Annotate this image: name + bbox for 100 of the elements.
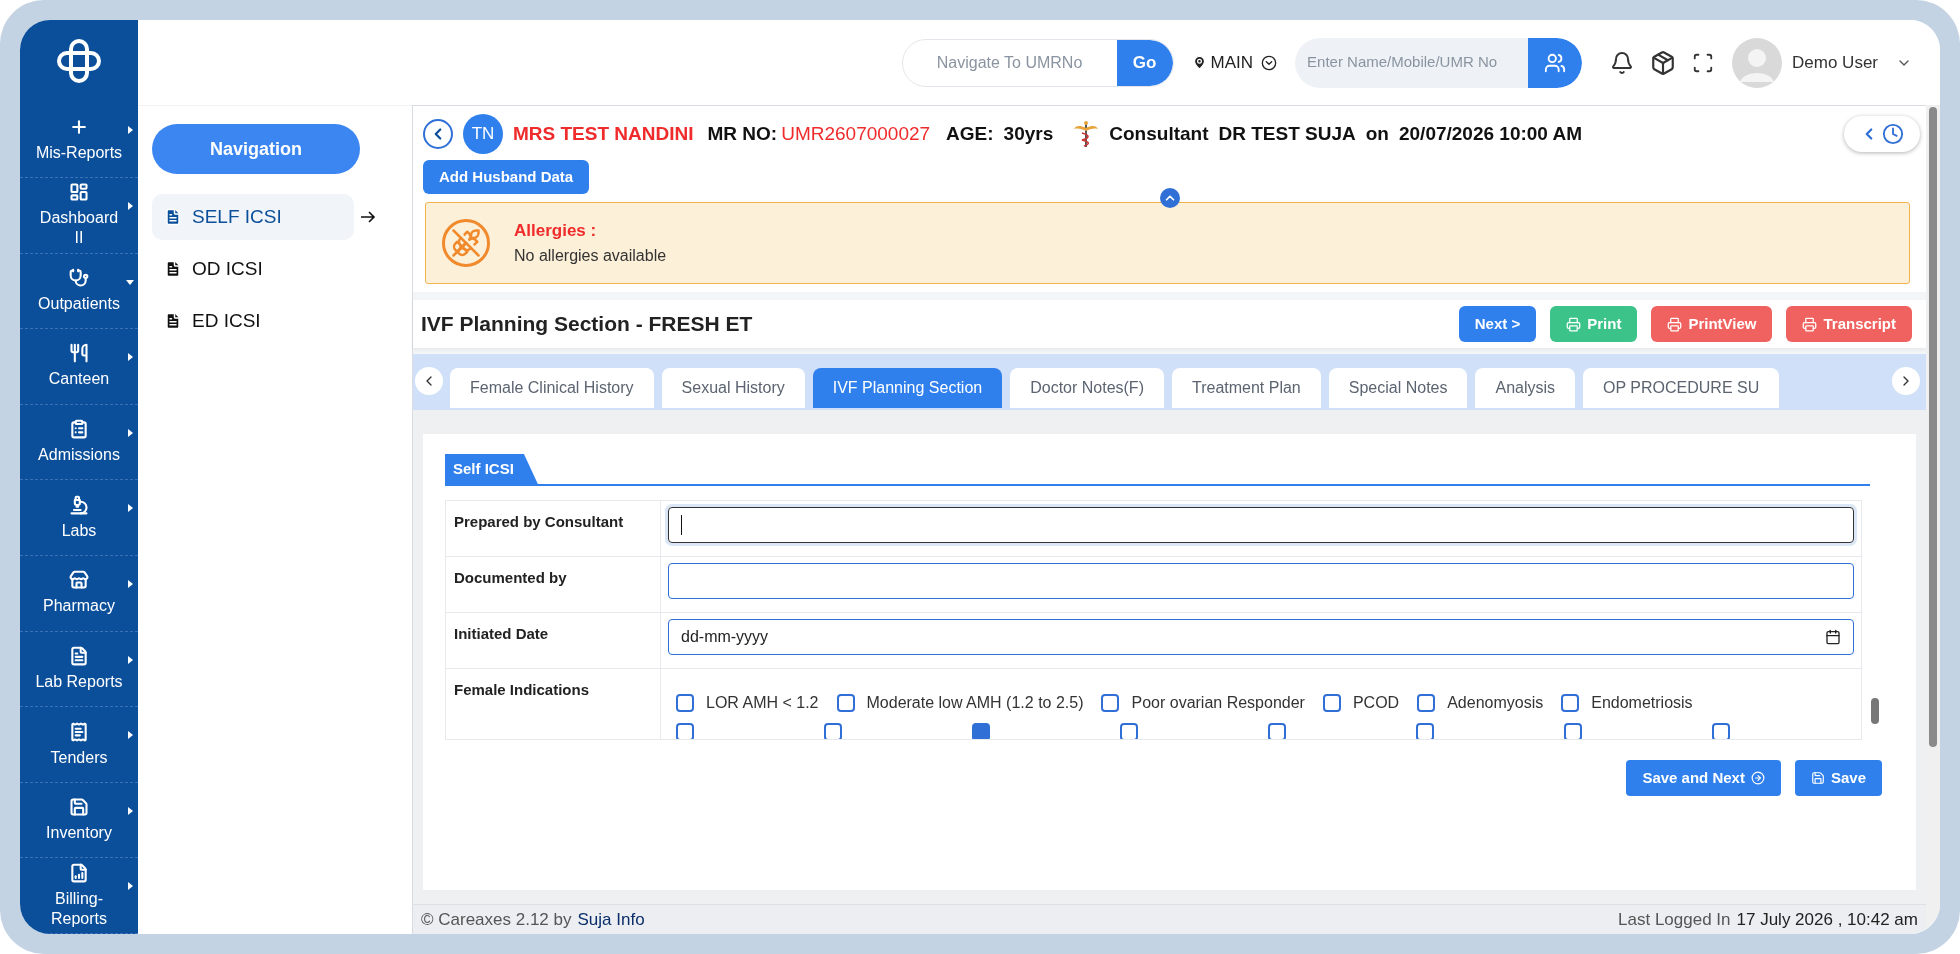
package-icon[interactable] bbox=[1650, 49, 1677, 76]
section-title: IVF Planning Section - FRESH ET bbox=[421, 311, 753, 338]
arrow-right-icon bbox=[1750, 771, 1765, 785]
checkbox[interactable] bbox=[676, 723, 694, 739]
printer-icon bbox=[1802, 316, 1818, 332]
tab[interactable]: Sexual History bbox=[661, 368, 805, 408]
text-field[interactable] bbox=[668, 507, 1854, 543]
checkbox[interactable] bbox=[1712, 723, 1730, 739]
tab[interactable]: OP PROCEDURE SU bbox=[1583, 368, 1780, 408]
utensils-icon bbox=[69, 343, 89, 364]
last-logged-label: Last Logged In bbox=[1618, 908, 1731, 931]
sidebar-label: Inventory bbox=[46, 823, 112, 844]
tab[interactable]: IVF Planning Section bbox=[812, 368, 1003, 408]
history-button[interactable] bbox=[1844, 116, 1920, 152]
text-cursor bbox=[681, 515, 682, 535]
consultant-name: DR TEST SUJA bbox=[1218, 121, 1356, 146]
arrow-icon bbox=[360, 210, 376, 224]
checkbox[interactable] bbox=[1416, 723, 1434, 739]
caret-icon bbox=[126, 806, 134, 815]
printer-icon bbox=[1667, 316, 1683, 332]
patient-name: MRS TEST NANDINI bbox=[513, 121, 694, 146]
tab[interactable]: Female Clinical History bbox=[450, 368, 654, 408]
sidebar-label: Billing-Reports bbox=[50, 888, 108, 929]
printer-icon bbox=[1566, 316, 1582, 332]
chevron-icon bbox=[1261, 54, 1278, 71]
user-menu[interactable]: Demo User bbox=[1732, 37, 1912, 88]
save-and-next-button[interactable]: Save and Next bbox=[1626, 760, 1781, 796]
checkbox[interactable] bbox=[1561, 694, 1580, 712]
checkbox[interactable] bbox=[1268, 723, 1286, 739]
save-button[interactable]: Save bbox=[1794, 760, 1882, 796]
patient-initials: TN bbox=[463, 114, 503, 154]
sidebar-label: Admissions bbox=[38, 445, 120, 466]
caret-icon bbox=[126, 201, 134, 210]
checkbox[interactable] bbox=[676, 694, 694, 712]
checkbox-option[interactable]: PCOD bbox=[1322, 691, 1400, 715]
caret-icon bbox=[126, 277, 134, 286]
age-value: 30yrs bbox=[1003, 121, 1054, 146]
mr-label: MR NO: bbox=[707, 121, 778, 146]
checkbox-option[interactable]: LOR AMH < 1.2 bbox=[676, 691, 819, 715]
checkbox[interactable] bbox=[1120, 723, 1138, 739]
tab[interactable]: Analysis bbox=[1475, 368, 1576, 408]
users-search-button[interactable] bbox=[1528, 37, 1583, 88]
receipt-icon bbox=[69, 721, 89, 742]
checkbox-option[interactable]: Poor ovarian Responder bbox=[1101, 691, 1305, 715]
document-icon bbox=[69, 645, 89, 666]
tab[interactable]: Doctor Notes(F) bbox=[1010, 368, 1164, 408]
notification-icon[interactable] bbox=[1610, 50, 1635, 75]
scroll-right-button[interactable] bbox=[1892, 367, 1920, 395]
sidebar-label: Tenders bbox=[50, 747, 108, 768]
checkbox-option[interactable]: Adenomyosis bbox=[1417, 691, 1544, 715]
checkbox[interactable] bbox=[972, 723, 990, 739]
caret-icon bbox=[126, 504, 134, 513]
caret-icon bbox=[126, 428, 134, 437]
date-field[interactable]: dd-mm-yyyy bbox=[668, 619, 1854, 655]
caduceus-icon bbox=[1073, 120, 1100, 148]
last-logged-time: 17 July 2026 , 10:42 am bbox=[1736, 908, 1918, 931]
tab[interactable]: Treatment Plan bbox=[1171, 368, 1321, 408]
clock-icon bbox=[1882, 123, 1904, 145]
map-pin-icon bbox=[1191, 55, 1207, 70]
checkbox[interactable] bbox=[1564, 723, 1582, 739]
caret-icon bbox=[126, 126, 134, 135]
logo-icon bbox=[56, 38, 102, 85]
document-icon bbox=[164, 260, 182, 278]
consultant-label: Consultant bbox=[1109, 121, 1209, 146]
checkbox[interactable] bbox=[836, 694, 855, 712]
add-husband-data-button[interactable]: Add Husband Data bbox=[423, 160, 590, 194]
location-selector[interactable]: MAIN bbox=[1191, 49, 1278, 76]
navigation-item[interactable]: OD ICSI bbox=[152, 246, 354, 292]
back-button[interactable] bbox=[423, 119, 453, 149]
document-icon bbox=[164, 208, 182, 226]
on-label: on bbox=[1365, 121, 1389, 146]
go-button[interactable]: Go bbox=[1116, 39, 1173, 86]
fullscreen-icon[interactable] bbox=[1692, 51, 1715, 74]
report-icon bbox=[69, 862, 89, 883]
field-label: Female Indications bbox=[446, 669, 661, 739]
company-link[interactable]: Suja Info bbox=[577, 906, 645, 933]
sidebar-label: Labs bbox=[61, 520, 97, 541]
store-icon bbox=[69, 570, 89, 591]
checkbox[interactable] bbox=[1101, 694, 1120, 712]
checkbox[interactable] bbox=[1322, 694, 1341, 712]
caret-icon bbox=[126, 882, 134, 891]
sidebar-label: Outpatients bbox=[38, 293, 120, 314]
tab[interactable]: Special Notes bbox=[1328, 368, 1468, 408]
mr-number: UMR2607000027 bbox=[781, 121, 931, 146]
navigation-item[interactable]: ED ICSI bbox=[152, 298, 354, 344]
navigation-item[interactable]: SELF ICSI bbox=[152, 194, 354, 240]
checkbox[interactable] bbox=[1417, 694, 1436, 712]
dashboard-icon bbox=[69, 182, 89, 203]
text-field[interactable] bbox=[668, 563, 1854, 599]
sidebar-label: Canteen bbox=[48, 369, 110, 390]
navigation-title: Navigation bbox=[152, 124, 360, 174]
checkbox-option[interactable]: Endometriosis bbox=[1561, 691, 1693, 715]
scroll-left-button[interactable] bbox=[415, 367, 443, 395]
form-tab[interactable]: Self ICSI bbox=[445, 454, 538, 484]
action-button[interactable]: Next > bbox=[1458, 306, 1537, 342]
collapse-button[interactable] bbox=[1159, 188, 1180, 208]
checkbox-option[interactable]: Moderate low AMH (1.2 to 2.5) bbox=[836, 691, 1084, 715]
checkbox[interactable] bbox=[824, 723, 842, 739]
save-icon bbox=[1810, 771, 1825, 785]
clipboard-icon bbox=[69, 419, 89, 440]
